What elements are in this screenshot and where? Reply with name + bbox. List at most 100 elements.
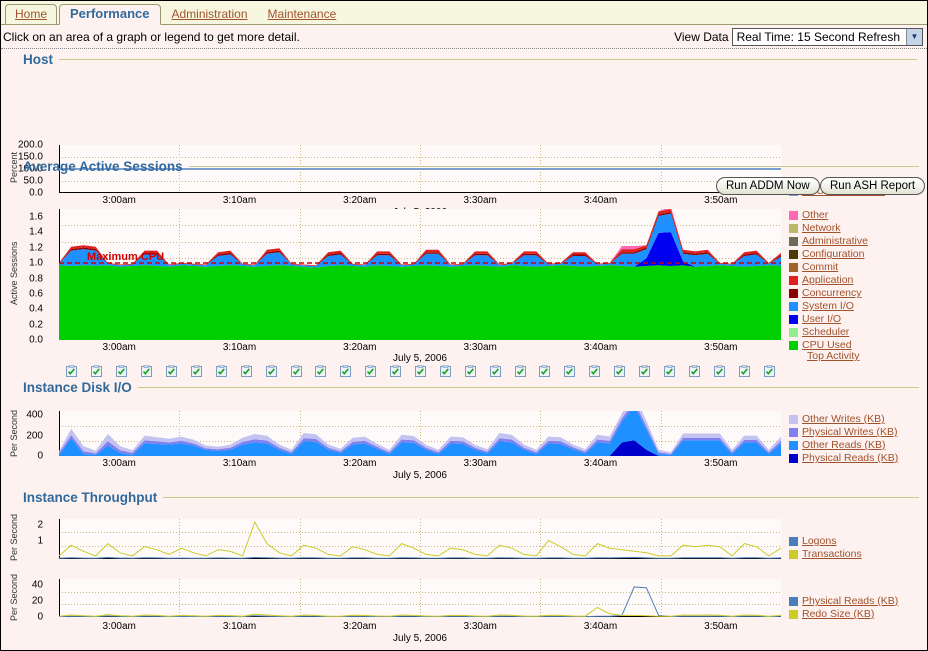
divider (189, 166, 919, 167)
section-instance-throughput: Instance Throughput (1, 487, 928, 505)
y-tick-label: 1.0 (29, 258, 43, 269)
legend-item[interactable]: Administrative (789, 235, 868, 247)
throughput-redo-chart: Per Second 40200 3:00am3:10am3:20am3:30a… (1, 573, 928, 651)
addm-finding-icon[interactable] (714, 364, 725, 376)
diskio-chart: Per Second 4002000 3:00am3:10am3:20am3:3… (1, 401, 928, 486)
chevron-down-icon[interactable]: ▼ (906, 29, 922, 45)
main-tab-bar: Home Performance Administration Maintena… (1, 1, 927, 25)
legend-item[interactable]: Other Reads (KB) (789, 439, 898, 451)
run-addm-now-button[interactable]: Run ADDM Now (716, 177, 820, 195)
legend-label: Network (802, 222, 841, 234)
legend-item[interactable]: User I/O (789, 313, 868, 325)
y-tick-label: 20 (32, 596, 43, 607)
host-section-header: Host (1, 49, 927, 67)
y-tick-label: 0.2 (29, 319, 43, 330)
tab-home[interactable]: Home (5, 4, 57, 24)
aas-plot-area[interactable] (59, 209, 781, 340)
legend-label: Concurrency (802, 287, 862, 299)
view-data-select[interactable]: Real Time: 15 Second Refresh ▼ (732, 28, 923, 46)
legend-item[interactable]: Other (789, 209, 868, 221)
diskio-plot-area[interactable] (59, 411, 781, 456)
divider (59, 59, 917, 60)
legend-label: Logons (802, 535, 836, 547)
legend-item[interactable]: Application (789, 274, 868, 286)
y-tick-label: 1.4 (29, 227, 43, 238)
diskio-legend: Other Writes (KB)Physical Writes (KB)Oth… (789, 413, 898, 465)
x-axis-caption: July 5, 2006 (393, 470, 447, 481)
x-tick-label: 3:20am (343, 342, 376, 353)
tab-administration[interactable]: Administration (163, 5, 257, 24)
addm-finding-icon[interactable] (340, 364, 351, 376)
x-tick-label: 3:10am (223, 458, 256, 469)
tab-performance[interactable]: Performance (59, 4, 160, 25)
addm-finding-icon[interactable] (465, 364, 476, 376)
legend-item[interactable]: Redo Size (KB) (789, 608, 898, 620)
legend-item[interactable]: Commit (789, 261, 868, 273)
addm-finding-icon[interactable] (365, 364, 376, 376)
legend-item[interactable]: Configuration (789, 248, 868, 260)
addm-finding-icon[interactable] (291, 364, 302, 376)
addm-finding-icon[interactable] (440, 364, 451, 376)
legend-item[interactable]: Other Writes (KB) (789, 413, 898, 425)
addm-finding-icon[interactable] (614, 364, 625, 376)
legend-item[interactable]: Network (789, 222, 868, 234)
legend-item[interactable]: Physical Writes (KB) (789, 426, 898, 438)
addm-finding-icon[interactable] (315, 364, 326, 376)
addm-finding-icon[interactable] (91, 364, 102, 376)
legend-label: Redo Size (KB) (802, 608, 874, 620)
throughput-redo-legend: Physical Reads (KB)Redo Size (KB) (789, 595, 898, 621)
addm-finding-icon[interactable] (739, 364, 750, 376)
addm-finding-icon[interactable] (689, 364, 700, 376)
legend-label: System I/O (802, 300, 854, 312)
addm-finding-icon[interactable] (166, 364, 177, 376)
x-tick-label: 3:40am (584, 458, 617, 469)
legend-item[interactable]: Logons (789, 535, 862, 547)
throughput-redo-plot-area[interactable] (59, 579, 781, 617)
tab-maintenance[interactable]: Maintenance (259, 5, 346, 24)
x-tick-label: 3:00am (102, 458, 135, 469)
legend-item[interactable]: Physical Reads (KB) (789, 452, 898, 464)
addm-finding-icon[interactable] (191, 364, 202, 376)
legend-item[interactable]: Scheduler (789, 326, 868, 338)
diskio-section-header: Instance Disk I/O (1, 377, 928, 395)
legend-item[interactable]: Transactions (789, 548, 862, 560)
addm-finding-icon[interactable] (564, 364, 575, 376)
addm-finding-icon[interactable] (66, 364, 77, 376)
aas-chart: Active Sessions 1.61.41.21.00.80.60.40.2… (1, 201, 928, 361)
x-tick-label: 3:40am (584, 342, 617, 353)
addm-finding-icon[interactable] (589, 364, 600, 376)
legend-color-swatch (789, 250, 798, 259)
throughput-logons-plot-area[interactable] (59, 519, 781, 559)
addm-finding-icon[interactable] (515, 364, 526, 376)
throughput-logons-y-axis-label: Per Second (9, 515, 21, 561)
x-tick-label: 3:20am (343, 458, 376, 469)
legend-label: Physical Writes (KB) (802, 426, 898, 438)
legend-label: Configuration (802, 248, 864, 260)
addm-finding-icon[interactable] (764, 364, 775, 376)
legend-item[interactable]: Physical Reads (KB) (789, 595, 898, 607)
legend-label: Other Reads (KB) (802, 439, 885, 451)
addm-finding-icon[interactable] (639, 364, 650, 376)
diskio-section-title: Instance Disk I/O (23, 380, 138, 395)
addm-finding-icon[interactable] (390, 364, 401, 376)
legend-item[interactable]: System I/O (789, 300, 868, 312)
run-ash-report-button[interactable]: Run ASH Report (820, 177, 925, 195)
info-row: Click on an area of a graph or legend to… (1, 25, 927, 49)
maximum-cpu-threshold-label: Maximum CPU (87, 251, 164, 263)
addm-finding-icon[interactable] (141, 364, 152, 376)
addm-finding-icon[interactable] (116, 364, 127, 376)
addm-finding-icon[interactable] (241, 364, 252, 376)
addm-finding-icon[interactable] (539, 364, 550, 376)
legend-color-swatch (789, 289, 798, 298)
y-tick-label: 400 (26, 410, 43, 421)
performance-page: Home Performance Administration Maintena… (0, 0, 928, 651)
legend-color-swatch (789, 237, 798, 246)
addm-finding-icon[interactable] (490, 364, 501, 376)
addm-finding-icon[interactable] (266, 364, 277, 376)
legend-item[interactable]: Concurrency (789, 287, 868, 299)
top-activity-link[interactable]: Top Activity (807, 350, 860, 362)
addm-finding-icon[interactable] (415, 364, 426, 376)
view-data-selected-value: Real Time: 15 Second Refresh (737, 30, 906, 44)
addm-finding-icon[interactable] (664, 364, 675, 376)
addm-finding-icon[interactable] (216, 364, 227, 376)
